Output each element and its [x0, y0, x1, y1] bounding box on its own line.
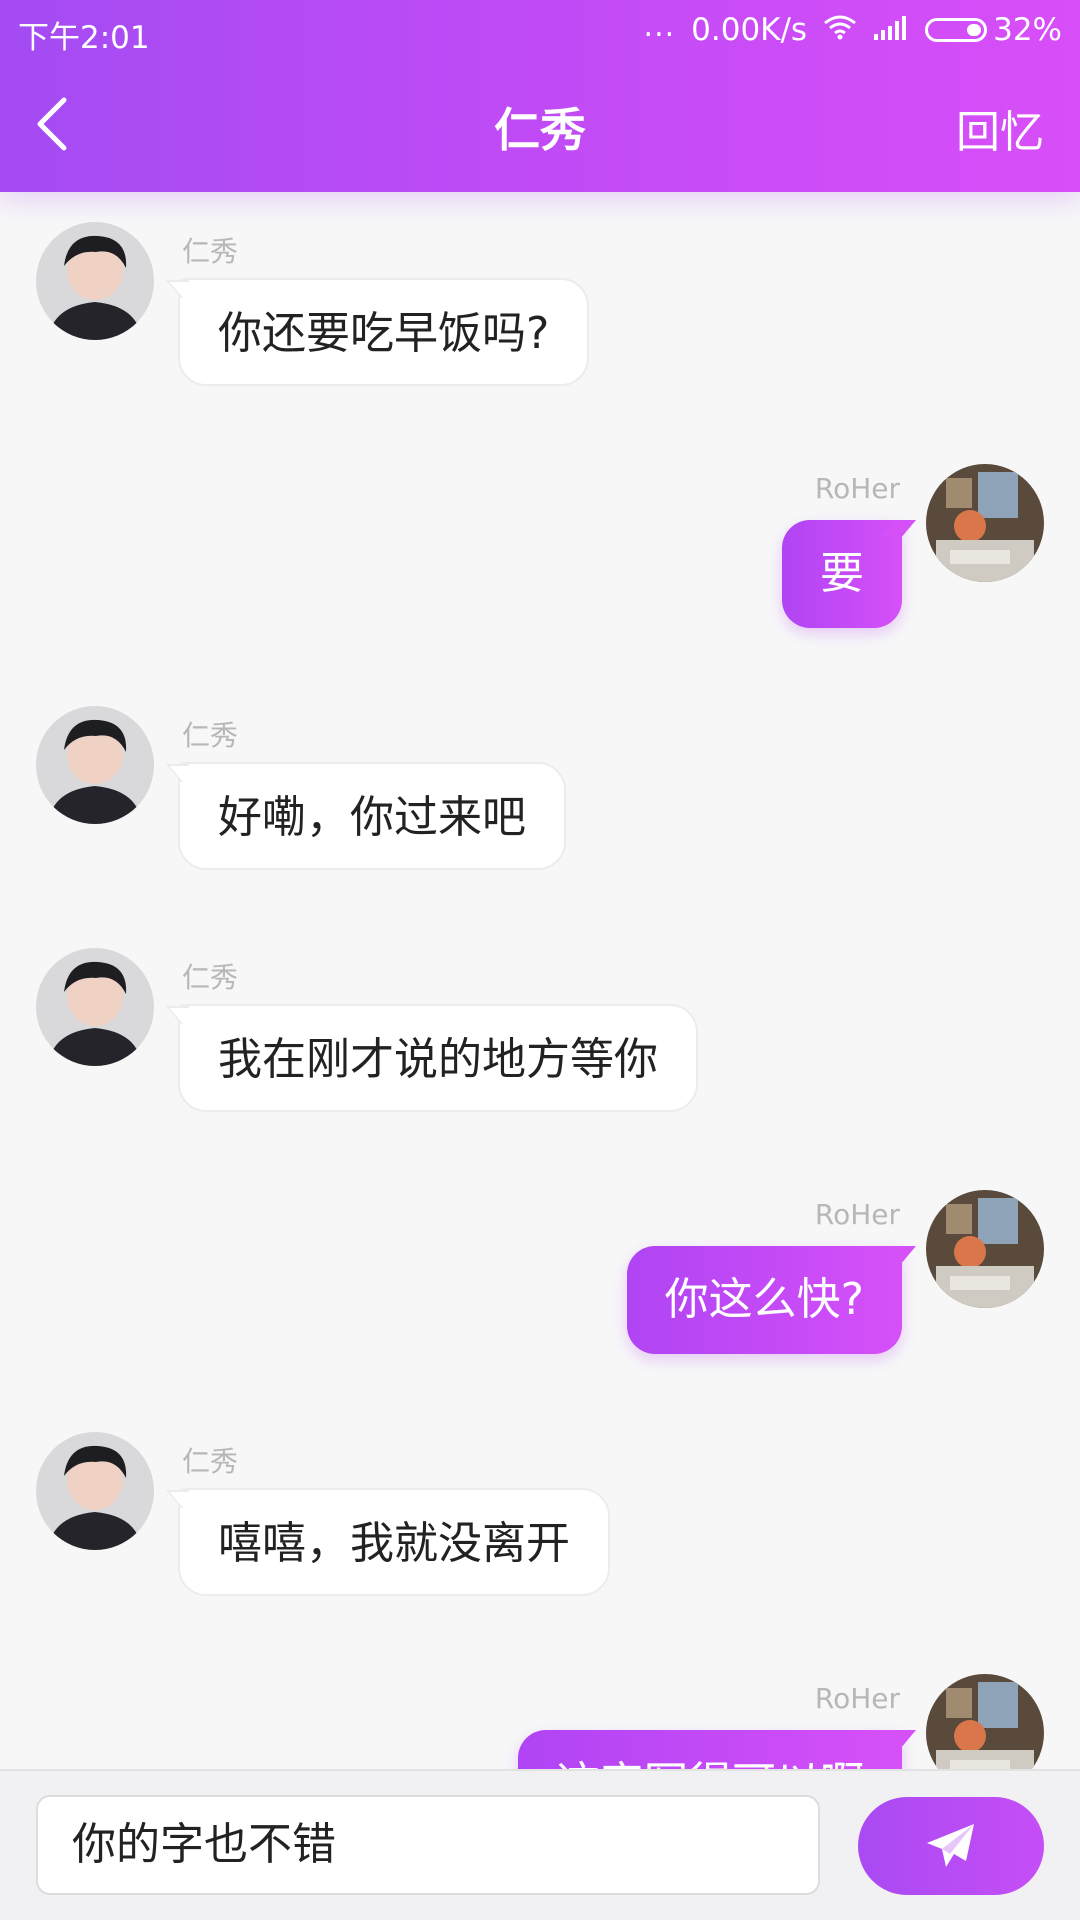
sender-name: RoHer [814, 1198, 900, 1231]
message-bubble[interactable]: 这字写得可以啊 [518, 1730, 902, 1769]
avatar-contact[interactable] [36, 706, 154, 824]
more-dots-icon: ... [643, 8, 676, 44]
avatar-contact[interactable] [36, 948, 154, 1066]
sender-name: 仁秀 [182, 1445, 239, 1478]
composer-bar: 你的字也不错 [0, 1769, 1080, 1920]
status-bar: 下午2:01 ... 0.00K/s 32% [0, 0, 1080, 62]
message-bubble[interactable]: 要 [782, 520, 902, 628]
sender-name: RoHer [814, 472, 900, 505]
sender-name: 仁秀 [182, 719, 239, 752]
top-bar: 下午2:01 ... 0.00K/s 32% 仁秀 回忆 [0, 0, 1080, 192]
avatar-self[interactable] [926, 1190, 1044, 1308]
message-bubble[interactable]: 好嘞，你过来吧 [178, 762, 566, 870]
page-title: 仁秀 [494, 103, 586, 157]
message-bubble[interactable]: 你还要吃早饭吗? [178, 278, 590, 386]
message-list[interactable]: 仁秀 你还要吃早饭吗? RoHer 要 仁秀 好嘞，你过来吧 仁秀 我在刚才说的… [0, 192, 1080, 1769]
network-speed: 0.00K/s [691, 12, 808, 48]
avatar-contact[interactable] [36, 222, 154, 340]
battery-percent: 32% [993, 12, 1062, 48]
send-button[interactable] [858, 1797, 1044, 1895]
message-input[interactable]: 你的字也不错 [36, 1795, 820, 1895]
sender-name: 仁秀 [182, 235, 239, 268]
paper-plane-icon [927, 1824, 974, 1867]
memory-button[interactable]: 回忆 [956, 96, 1044, 160]
avatar-self[interactable] [926, 1674, 1044, 1769]
status-indicators: ... 0.00K/s 32% [643, 8, 1062, 49]
signal-icon [873, 12, 909, 48]
status-time: 下午2:01 [18, 20, 150, 56]
avatar-contact[interactable] [36, 1432, 154, 1550]
message-bubble[interactable]: 嘻嘻，我就没离开 [178, 1488, 610, 1596]
wifi-icon [823, 12, 857, 48]
sender-name: RoHer [814, 1682, 900, 1715]
battery-indicator: 32% [925, 12, 1062, 48]
chat-header: 仁秀 回忆 [0, 62, 1080, 192]
message-bubble[interactable]: 你这么快? [626, 1246, 902, 1354]
message-bubble[interactable]: 我在刚才说的地方等你 [178, 1004, 698, 1112]
battery-icon [925, 18, 988, 42]
avatar-self[interactable] [926, 464, 1044, 582]
sender-name: 仁秀 [182, 961, 239, 994]
